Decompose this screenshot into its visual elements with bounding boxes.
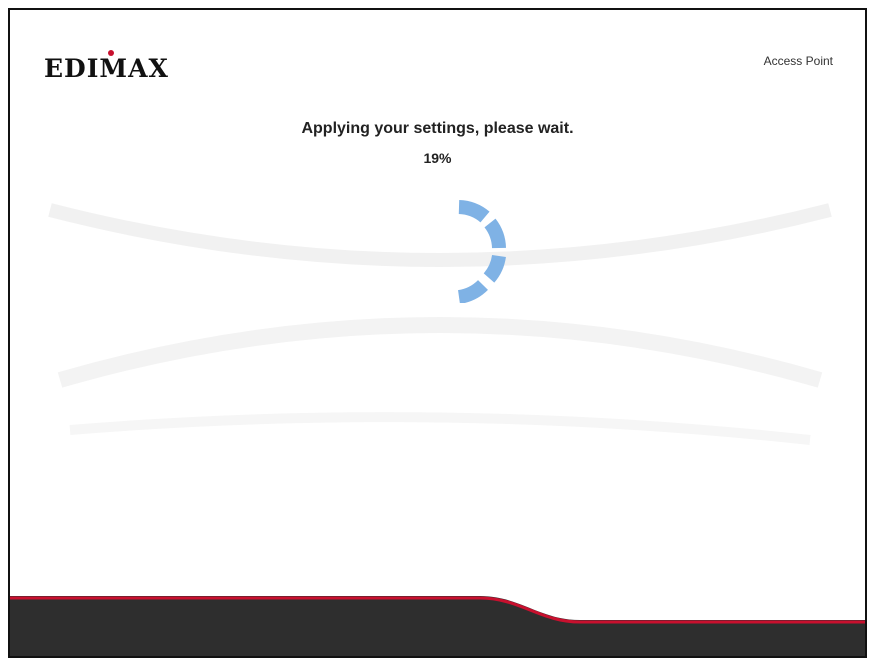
edimax-logo: EDIMAX (44, 54, 169, 83)
status-message: Applying your settings, please wait. (301, 120, 574, 137)
background-swoosh (48, 203, 832, 445)
logo-accent-dot (108, 50, 114, 56)
page-frame: EDIMAX Access Point Applying your settin… (8, 8, 867, 658)
footer-banner (10, 596, 865, 656)
loading-spinner-icon (457, 200, 506, 303)
mode-label: Access Point (763, 54, 833, 68)
progress-percentage: 19% (423, 150, 452, 166)
